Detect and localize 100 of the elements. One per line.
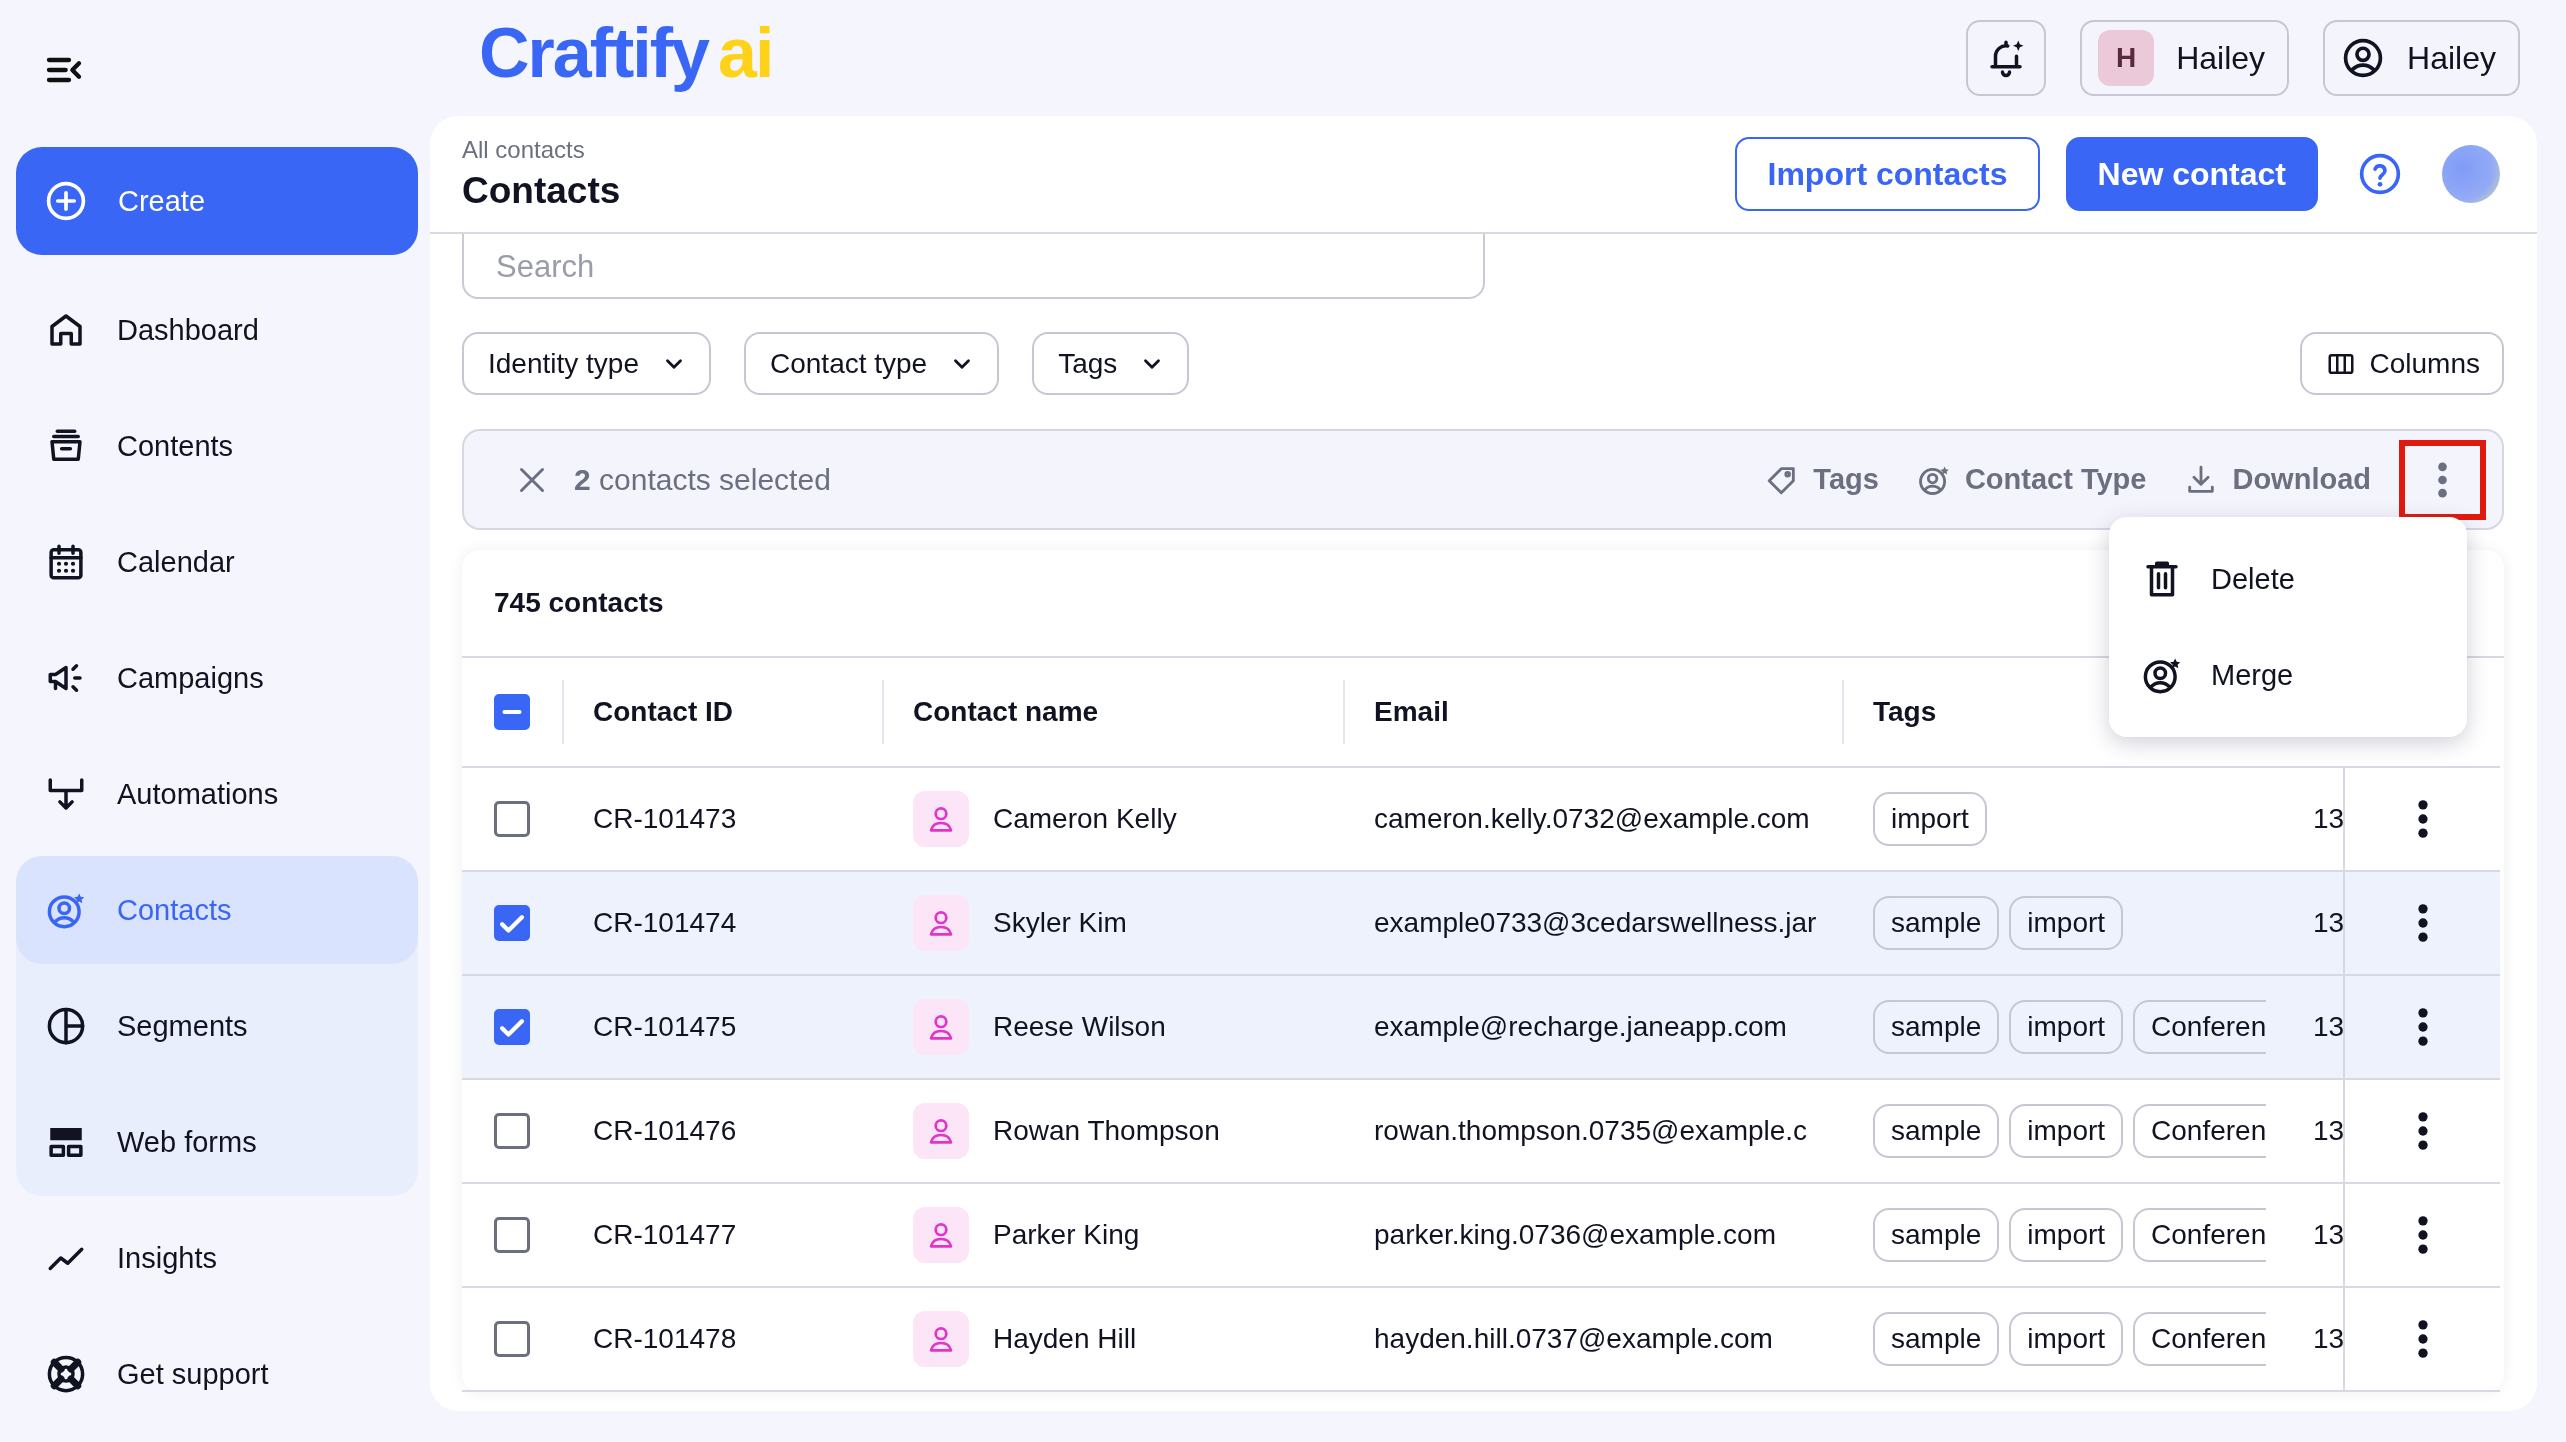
page-title: Contacts (462, 170, 621, 212)
nav-item[interactable]: Web forms (16, 1088, 418, 1196)
tag-chip: Conferen (2133, 1000, 2267, 1054)
table-cell: example0733@3cedarswellness.jar (1374, 907, 1817, 939)
row-menu-button[interactable] (2417, 1216, 2428, 1254)
new-contact-button[interactable]: New contact (2065, 137, 2318, 211)
column-header[interactable]: Contact ID (593, 696, 733, 728)
kebab-icon (2417, 800, 2428, 838)
avatar[interactable] (2442, 145, 2500, 203)
row-menu-button[interactable] (2417, 1008, 2428, 1046)
contact-name[interactable]: Skyler Kim (993, 907, 1127, 939)
lifebuoy-icon (45, 1353, 87, 1395)
checkbox[interactable] (494, 1009, 530, 1045)
kebab-icon (2417, 1320, 2428, 1358)
workspace-button[interactable]: H Hailey (2080, 20, 2290, 96)
initial-avatar: H (2098, 30, 2155, 86)
plus-circle-icon (44, 179, 88, 223)
filter-dropdown[interactable]: Contact type (744, 332, 1000, 395)
row-menu-button[interactable] (2417, 1112, 2428, 1150)
breadcrumb[interactable]: All contacts (462, 136, 621, 164)
table-cell: 13 (2313, 1011, 2345, 1043)
minus-icon (502, 710, 522, 714)
toolbar-action[interactable]: Contact Type (1916, 462, 2147, 497)
toolbar-action[interactable]: Download (2184, 462, 2371, 497)
tag-chip: import (2009, 1000, 2124, 1054)
table-cell: CR-101477 (593, 1219, 737, 1251)
row-menu-button[interactable] (2417, 904, 2428, 942)
column-header[interactable]: Email (1374, 696, 1449, 728)
table-cell: CR-101478 (593, 1323, 737, 1355)
contact-name[interactable]: Rowan Thompson (993, 1115, 1220, 1147)
filter-dropdown[interactable]: Identity type (462, 332, 711, 395)
filter-dropdown[interactable]: Tags (1032, 332, 1190, 395)
tag-chip: sample (1873, 1104, 2000, 1158)
table-cell: example@recharge.janeapp.com (1374, 1011, 1787, 1043)
selection-count: 2 contacts selected (574, 462, 831, 497)
column-header[interactable]: Contact name (913, 696, 1099, 728)
search-field[interactable]: Search (462, 234, 1485, 299)
table-cell: rowan.thompson.0735@example.c (1374, 1115, 1808, 1147)
account-button[interactable]: Hailey (2323, 20, 2520, 96)
table-cell: 13 (2313, 803, 2345, 835)
kebab-icon (2417, 1112, 2428, 1150)
checkbox[interactable] (494, 1217, 530, 1253)
tag-chip: Conferen (2133, 1208, 2267, 1262)
table-cell: CR-101475 (593, 1011, 737, 1043)
tag-chip: sample (1873, 1208, 2000, 1262)
import-button[interactable]: Import contacts (1735, 137, 2040, 211)
checkbox[interactable] (494, 1113, 530, 1149)
kebab-icon (2417, 1008, 2428, 1046)
nav-item[interactable]: Campaigns (16, 624, 418, 732)
checkbox[interactable] (494, 801, 530, 837)
tag-chip: Conferen (2133, 1104, 2267, 1158)
toolbar-action[interactable]: Tags (1765, 462, 1879, 497)
menu-item[interactable]: Delete (2109, 531, 2467, 627)
row-menu-button[interactable] (2417, 1320, 2428, 1358)
table-cell: parker.king.0736@example.com (1374, 1219, 1776, 1251)
tag-chip: import (2009, 896, 2124, 950)
create-button[interactable]: Create (16, 147, 418, 255)
notification-button[interactable] (1966, 20, 2047, 96)
check-icon (500, 913, 524, 933)
checkbox[interactable] (494, 694, 530, 730)
tag-chip: Conferen (2133, 1312, 2267, 1366)
contact-name[interactable]: Cameron Kelly (993, 803, 1177, 835)
logo: Craftifyai (479, 13, 773, 93)
pie-chart-icon (45, 1005, 87, 1047)
tag-chip: import (2009, 1208, 2124, 1262)
nav-item[interactable]: Dashboard (16, 276, 418, 384)
contact-name[interactable]: Reese Wilson (993, 1011, 1166, 1043)
tag-chip: sample (1873, 1312, 2000, 1366)
table-cell: 13 (2313, 1115, 2345, 1147)
menu-item[interactable]: Merge (2109, 627, 2467, 723)
nav-item[interactable]: Contacts (16, 856, 418, 964)
tag-chip: import (2009, 1312, 2124, 1366)
nav-item[interactable]: Insights (16, 1204, 418, 1312)
table-cell: 13 (2313, 1219, 2345, 1251)
tag-chip: import (2009, 1104, 2124, 1158)
column-header[interactable]: Tags (1873, 696, 1937, 728)
row-menu-button[interactable] (2417, 800, 2428, 838)
tag-chip: sample (1873, 1000, 2000, 1054)
table-cell: CR-101473 (593, 803, 737, 835)
columns-button[interactable]: Columns (2299, 332, 2504, 395)
table-cell: hayden.hill.0737@example.com (1374, 1323, 1773, 1355)
nav-item[interactable]: Segments (16, 972, 418, 1080)
checkbox[interactable] (494, 905, 530, 941)
nav-item[interactable]: Automations (16, 740, 418, 848)
kebab-icon (2417, 1216, 2428, 1254)
contact-name[interactable]: Hayden Hill (993, 1323, 1137, 1355)
kebab-icon (2417, 904, 2428, 942)
table-cell: CR-101476 (593, 1115, 737, 1147)
help-icon (2358, 152, 2402, 196)
table-cell: CR-101474 (593, 907, 737, 939)
nav-item[interactable]: Contents (16, 392, 418, 500)
table-cell: 13 (2313, 1323, 2345, 1355)
contact-name[interactable]: Parker King (993, 1219, 1140, 1251)
nav-item[interactable]: Calendar (16, 508, 418, 616)
checkbox[interactable] (494, 1321, 530, 1357)
table-cell: 13 (2313, 907, 2345, 939)
tag-chip: sample (1873, 896, 2000, 950)
nav-item[interactable]: Get support (16, 1320, 418, 1428)
check-icon (500, 1017, 524, 1037)
kebab-icon (2438, 461, 2447, 498)
